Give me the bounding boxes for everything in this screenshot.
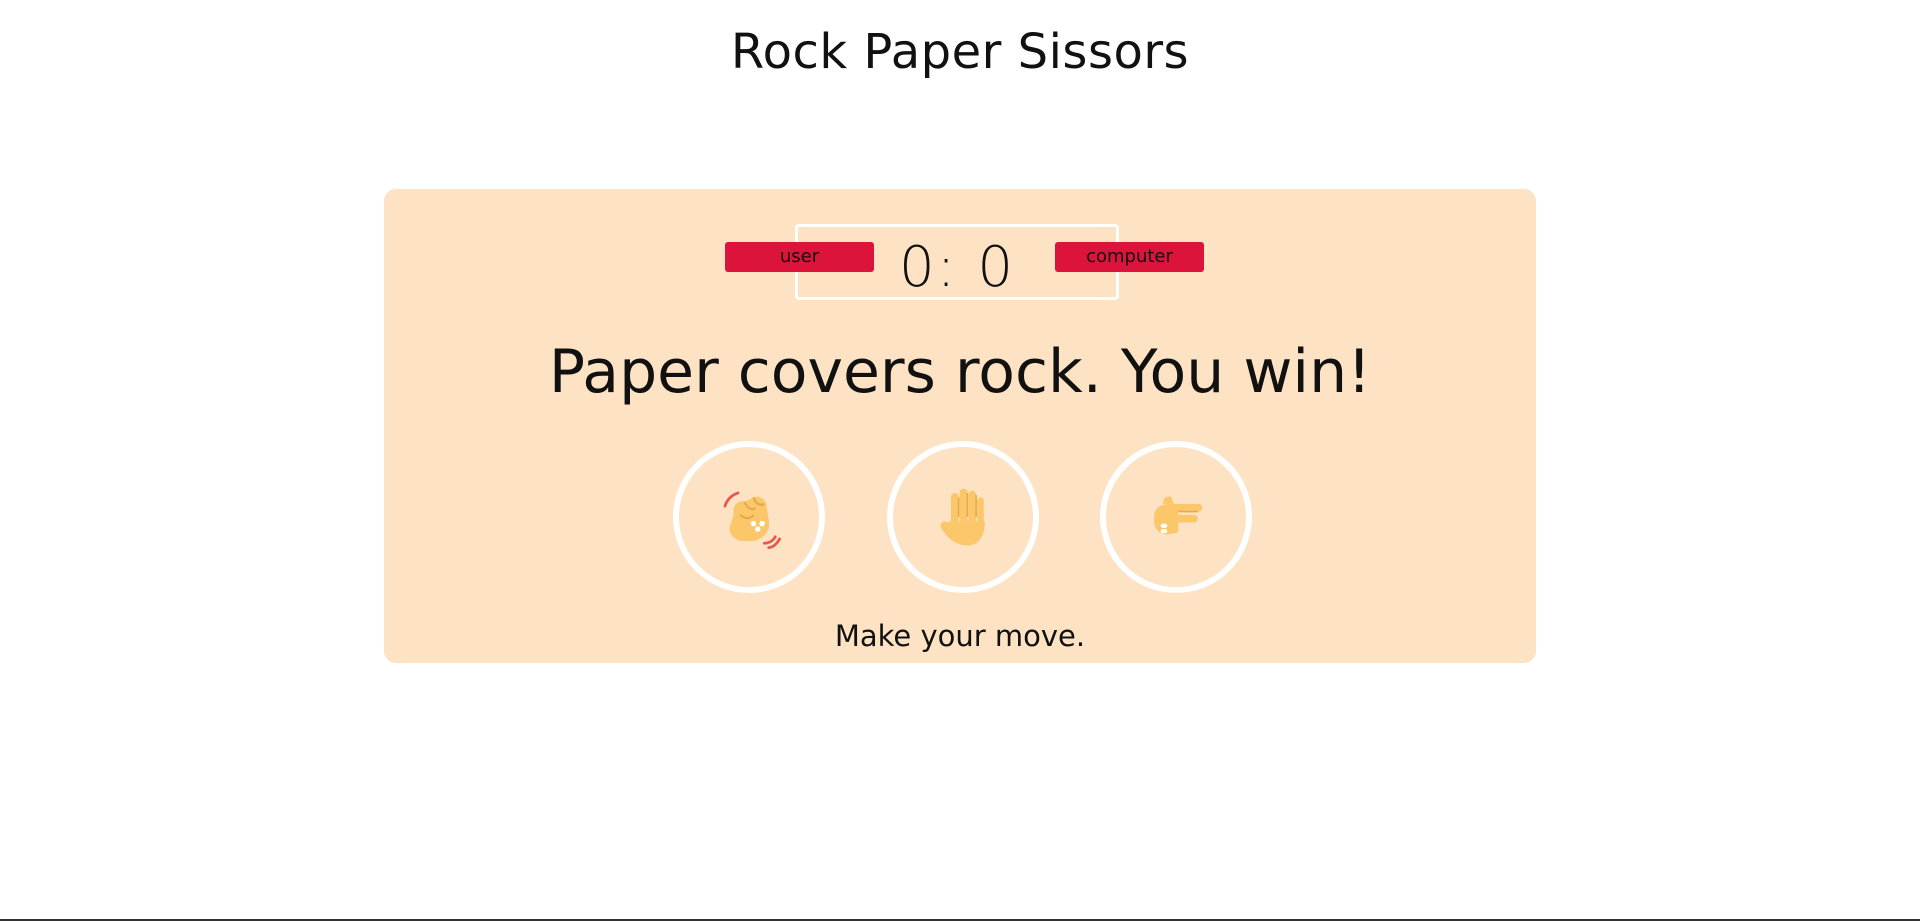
scissors-hand-icon — [1154, 496, 1203, 535]
computer-label-badge: computer — [1055, 242, 1204, 272]
paper-hand-icon — [940, 488, 985, 546]
rock-fist-icon — [723, 491, 781, 549]
game-board: user 0: 0 computer Paper covers rock. Yo… — [384, 189, 1536, 663]
prompt-message: Make your move. — [834, 619, 1086, 653]
rock-choice-button[interactable] — [673, 441, 825, 593]
page-title: Rock Paper Sissors — [730, 24, 1190, 80]
scissors-choice-button[interactable] — [1100, 441, 1252, 593]
paper-choice-button[interactable] — [887, 441, 1039, 593]
page: Rock Paper Sissors user 0: 0 computer Pa… — [0, 0, 1920, 921]
result-message: Paper covers rock. You win! — [548, 337, 1372, 407]
